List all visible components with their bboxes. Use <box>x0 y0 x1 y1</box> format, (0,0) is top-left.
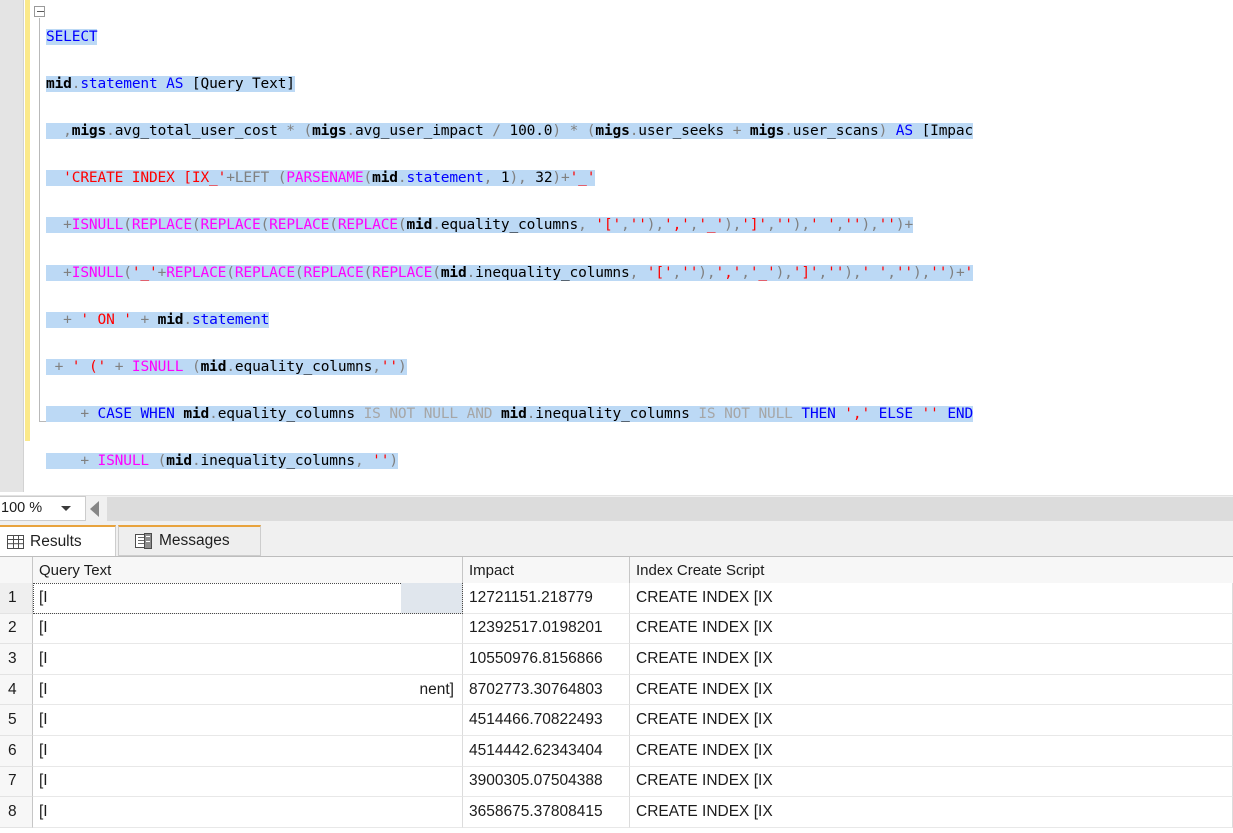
code-line-3: ,migs.avg_total_user_cost * (migs.avg_us… <box>46 120 1233 144</box>
cell-impact[interactable]: 4514466.70822493 <box>463 705 630 736</box>
sql-editor[interactable]: SELECT mid.statement AS [Query Text] ,mi… <box>0 0 1233 492</box>
scroll-left-arrow-icon[interactable] <box>90 501 99 517</box>
zoom-level-combobox[interactable]: 100 % <box>0 496 86 521</box>
cell-index-create-script[interactable]: CREATE INDEX [IX <box>630 736 1233 767</box>
table-row[interactable]: 8 [I 3658675.37808415 CREATE INDEX [IX <box>0 797 1233 828</box>
cell-index-create-script[interactable]: CREATE INDEX [IX <box>630 797 1233 828</box>
table-row[interactable]: 2 [I 12392517.0198201 CREATE INDEX [IX <box>0 613 1233 645</box>
cell-query-text-value: [I <box>39 649 48 667</box>
cell-query-text[interactable]: [I <box>33 766 463 798</box>
cell-query-text-tail: nent] <box>419 680 454 698</box>
sql-code-text[interactable]: SELECT mid.statement AS [Query Text] ,mi… <box>46 2 1233 492</box>
code-line-8: + ' (' + ISNULL (mid.equality_columns,''… <box>46 356 1233 380</box>
cell-index-create-script[interactable]: CREATE INDEX [IX <box>630 766 1233 798</box>
grid-icon <box>7 534 24 549</box>
cell-query-text[interactable]: [I nent] <box>33 674 463 706</box>
column-header-query-text[interactable]: Query Text <box>33 557 463 583</box>
zoom-level-value: 100 % <box>1 500 43 516</box>
cell-query-text-value: [I <box>39 619 48 637</box>
editor-status-bar: 100 % <box>0 495 1233 523</box>
cell-index-create-script[interactable]: CREATE INDEX [IX <box>630 705 1233 736</box>
outline-guide-foot <box>39 421 46 422</box>
cell-impact[interactable]: 8702773.30764803 <box>463 674 630 706</box>
code-line-9: + CASE WHEN mid.equality_columns IS NOT … <box>46 403 1233 427</box>
cell-index-create-script[interactable]: CREATE INDEX [IX <box>630 583 1233 614</box>
row-number-cell[interactable]: 3 <box>0 644 33 675</box>
tab-messages[interactable]: Messages <box>118 525 261 556</box>
cell-impact[interactable]: 10550976.8156866 <box>463 644 630 675</box>
code-line-2: mid.statement AS [Query Text] <box>46 75 295 92</box>
results-tabstrip: Results Messages <box>0 522 1233 556</box>
row-number-cell[interactable]: 6 <box>0 736 33 767</box>
tab-messages-label: Messages <box>159 532 230 549</box>
table-row[interactable]: 7 [I 3900305.07504388 CREATE INDEX [IX <box>0 766 1233 798</box>
cell-query-text-value: [I <box>39 711 48 729</box>
table-row[interactable]: 5 [I 4514466.70822493 CREATE INDEX [IX <box>0 705 1233 736</box>
table-row[interactable]: 6 [I 4514442.62343404 CREATE INDEX [IX <box>0 736 1233 767</box>
ssms-query-window: SELECT mid.statement AS [Query Text] ,mi… <box>0 0 1233 833</box>
cell-impact[interactable]: 12392517.0198201 <box>463 613 630 645</box>
cell-query-text[interactable]: [I <box>33 736 463 767</box>
row-number-cell[interactable]: 8 <box>0 797 33 828</box>
code-line-10: + ISNULL (mid.inequality_columns, '') <box>46 450 1233 474</box>
code-line-5: +ISNULL(REPLACE(REPLACE(REPLACE(REPLACE(… <box>46 214 1233 238</box>
table-row[interactable]: 1 [I 12721151.218779 CREATE INDEX [IX <box>0 583 1233 614</box>
cell-index-create-script[interactable]: CREATE INDEX [IX <box>630 674 1233 706</box>
cell-query-text[interactable]: [I <box>33 705 463 736</box>
code-line-7: + ' ON ' + mid.statement <box>46 309 1233 333</box>
cell-query-text[interactable]: [I <box>33 797 463 828</box>
cell-impact[interactable]: 3658675.37808415 <box>463 797 630 828</box>
code-line-1: SELECT <box>46 28 98 45</box>
code-line-4: 'CREATE INDEX [IX_'+LEFT (PARSENAME(mid.… <box>46 167 1233 191</box>
cell-index-create-script[interactable]: CREATE INDEX [IX <box>630 613 1233 645</box>
cell-query-text[interactable]: [I <box>33 613 463 645</box>
results-grid-header: Query Text Impact Index Create Script <box>0 557 1233 584</box>
row-number-cell[interactable]: 5 <box>0 705 33 736</box>
editor-indicator-margin <box>0 0 24 492</box>
grid-corner-header[interactable] <box>0 557 33 583</box>
column-header-impact[interactable]: Impact <box>463 557 630 583</box>
cell-query-text[interactable]: [I <box>33 644 463 675</box>
cell-query-text-value: [I <box>39 802 48 820</box>
column-header-index-create-script[interactable]: Index Create Script <box>630 557 1233 583</box>
chevron-down-icon[interactable] <box>61 506 71 511</box>
messages-icon <box>135 533 153 549</box>
cell-impact[interactable]: 12721151.218779 <box>463 583 630 614</box>
code-line-6: +ISNULL('_'+REPLACE(REPLACE(REPLACE(REPL… <box>46 262 1233 286</box>
row-number-cell[interactable]: 7 <box>0 766 33 798</box>
row-number-cell[interactable]: 4 <box>0 674 33 706</box>
row-number-cell[interactable]: 2 <box>0 613 33 645</box>
table-row[interactable]: 3 [I 10550976.8156866 CREATE INDEX [IX <box>0 644 1233 675</box>
cell-index-create-script[interactable]: CREATE INDEX [IX <box>630 644 1233 675</box>
cell-impact[interactable]: 4514442.62343404 <box>463 736 630 767</box>
table-row[interactable]: 4 [I nent] 8702773.30764803 CREATE INDEX [IX <box>0 674 1233 706</box>
cell-query-text[interactable]: [I <box>33 583 463 614</box>
editor-change-bar <box>25 0 30 441</box>
tab-results-label: Results <box>30 532 82 550</box>
cell-query-text-value: [I <box>39 741 48 759</box>
outline-guide-line <box>39 18 40 422</box>
cell-query-text-value: [I <box>39 772 48 790</box>
cell-query-text-value: [I <box>39 588 48 606</box>
cell-query-text-value: [I <box>39 680 48 698</box>
results-grid[interactable]: Query Text Impact Index Create Script 1 [… <box>0 556 1233 833</box>
collapse-region-icon[interactable] <box>34 6 45 17</box>
tab-results[interactable]: Results <box>0 525 116 556</box>
row-number-cell[interactable]: 1 <box>0 583 33 614</box>
horizontal-scrollbar[interactable] <box>107 497 1233 521</box>
cell-impact[interactable]: 3900305.07504388 <box>463 766 630 798</box>
